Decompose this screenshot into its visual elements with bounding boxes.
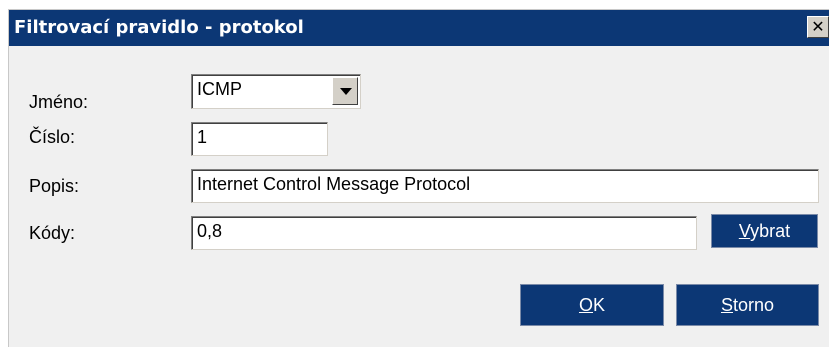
name-label: Jméno: — [29, 92, 89, 112]
select-mnemonic: V — [738, 221, 751, 241]
ok-button[interactable]: OK — [520, 284, 664, 326]
codes-label: Kódy: — [29, 223, 76, 243]
close-icon: ✕ — [811, 17, 825, 36]
name-combobox[interactable]: ICMP — [191, 74, 361, 109]
close-button[interactable]: ✕ — [807, 16, 829, 38]
description-input[interactable]: Internet Control Message Protocol — [191, 169, 819, 203]
description-value: Internet Control Message Protocol — [197, 174, 471, 194]
name-value: ICMP — [197, 79, 242, 99]
title-bar[interactable]: Filtrovací pravidlo - protokol ✕ — [9, 10, 829, 46]
ok-label: K — [593, 295, 606, 315]
codes-input[interactable]: 0,8 — [191, 216, 697, 250]
ok-mnemonic: O — [578, 295, 593, 315]
description-label: Popis: — [29, 176, 80, 196]
number-value: 1 — [197, 127, 208, 147]
number-label: Číslo: — [29, 127, 76, 147]
codes-value: 0,8 — [197, 221, 223, 241]
select-label: ybrat — [750, 221, 791, 241]
dropdown-button[interactable] — [332, 77, 358, 105]
select-button[interactable]: Vybrat — [711, 214, 818, 248]
cancel-label: torno — [732, 295, 775, 315]
dialog-title: Filtrovací pravidlo - protokol — [14, 17, 304, 38]
number-input[interactable]: 1 — [191, 122, 328, 156]
cancel-mnemonic: S — [720, 295, 733, 315]
protocol-filter-dialog: Filtrovací pravidlo - protokol ✕ Jméno: … — [8, 9, 829, 347]
chevron-down-icon — [340, 88, 352, 95]
cancel-button[interactable]: Storno — [676, 284, 819, 326]
